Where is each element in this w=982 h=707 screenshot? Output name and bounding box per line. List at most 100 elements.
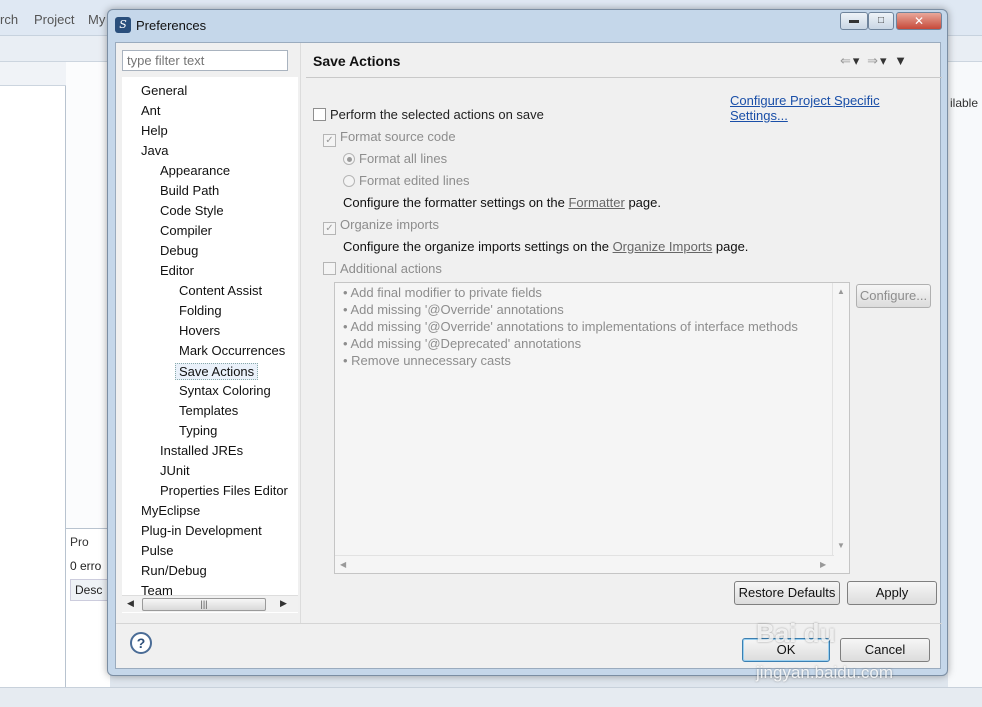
close-button[interactable]: ✕ xyxy=(896,12,942,30)
page-title: Save Actions xyxy=(313,53,401,69)
scroll-right-arrow-icon[interactable]: ▶ xyxy=(820,560,826,569)
tree-item[interactable]: Syntax Coloring xyxy=(179,383,271,398)
background-status-bar xyxy=(0,687,982,707)
tree-item[interactable]: Mark Occurrences xyxy=(179,343,285,358)
action-item: • Remove unnecessary casts xyxy=(343,353,511,368)
additional-actions-label: Additional actions xyxy=(340,261,442,276)
panel-sash[interactable] xyxy=(300,43,306,623)
tree-item[interactable]: Appearance xyxy=(160,163,230,178)
dialog-titlebar[interactable]: S Preferences ▬ □ ✕ xyxy=(108,10,947,40)
tree-item[interactable]: Build Path xyxy=(160,183,219,198)
tree-item[interactable]: General xyxy=(141,83,187,98)
format-all-lines-row[interactable]: Format all lines xyxy=(343,151,447,166)
tree-item[interactable]: Java xyxy=(141,143,168,158)
maximize-button[interactable]: □ xyxy=(868,12,894,30)
perform-on-save-row[interactable]: Perform the selected actions on save xyxy=(313,107,544,122)
tree-item[interactable]: Typing xyxy=(179,423,217,438)
restore-defaults-button[interactable]: Restore Defaults xyxy=(734,581,840,605)
help-icon[interactable]: ? xyxy=(130,632,152,654)
background-view-header xyxy=(0,62,66,86)
format-edited-lines-radio[interactable] xyxy=(343,175,355,187)
formatter-hint-prefix: Configure the formatter settings on the xyxy=(343,195,565,210)
apply-button[interactable]: Apply xyxy=(847,581,937,605)
scroll-right-arrow-icon[interactable]: ▶ xyxy=(280,598,287,609)
scroll-up-arrow-icon[interactable]: ▲ xyxy=(837,287,845,296)
problems-count: 0 erro xyxy=(70,559,102,573)
organize-imports-label: Organize imports xyxy=(340,217,439,232)
scroll-thumb[interactable]: ||| xyxy=(142,598,266,611)
preference-tree: General Ant Help Java Appearance Build Path Co… xyxy=(122,77,298,613)
format-source-checkbox[interactable]: ✓ xyxy=(323,134,336,147)
organize-imports-row[interactable]: ✓ Organize imports xyxy=(323,217,439,235)
organize-imports-checkbox[interactable]: ✓ xyxy=(323,222,336,235)
view-menu-icon[interactable]: ▼ xyxy=(894,53,909,68)
organize-imports-hint: Configure the organize imports settings … xyxy=(343,239,748,254)
menu-project[interactable]: Project xyxy=(34,12,74,27)
page-navigation: ⇐▾ ⇒▾ ▼ xyxy=(840,53,909,69)
tree-item[interactable]: Editor xyxy=(160,263,194,278)
background-right-pane: ilable xyxy=(948,62,982,687)
format-source-row[interactable]: ✓ Format source code xyxy=(323,129,456,147)
problems-column-description[interactable]: Desc xyxy=(70,579,110,601)
tree-item[interactable]: JUnit xyxy=(160,463,190,478)
forward-menu-icon[interactable]: ▾ xyxy=(880,53,889,68)
tree-item[interactable]: MyEclipse xyxy=(141,503,200,518)
dialog-title: Preferences xyxy=(136,18,207,33)
tree-item[interactable]: Plug-in Development xyxy=(141,523,262,538)
action-item: • Add missing '@Override' annotations xyxy=(343,302,564,317)
tree-item[interactable]: Code Style xyxy=(160,203,224,218)
background-right-text: ilable xyxy=(950,96,979,110)
organize-hint-suffix: page. xyxy=(715,239,749,254)
format-all-lines-label: Format all lines xyxy=(359,151,448,166)
tree-item[interactable]: Hovers xyxy=(179,323,220,338)
perform-on-save-checkbox[interactable] xyxy=(313,108,326,121)
tree-horizontal-scrollbar[interactable]: ◀ ||| ▶ xyxy=(122,595,298,612)
scroll-down-arrow-icon[interactable]: ▼ xyxy=(837,541,845,550)
tree-item[interactable]: Installed JREs xyxy=(160,443,243,458)
tree-item[interactable]: Help xyxy=(141,123,168,138)
filter-input[interactable] xyxy=(122,50,288,71)
organize-imports-link[interactable]: Organize Imports xyxy=(613,239,713,254)
title-separator xyxy=(306,77,942,78)
action-item: • Add missing '@Override' annotations to… xyxy=(343,319,798,334)
tree-item[interactable]: Run/Debug xyxy=(141,563,207,578)
format-all-lines-radio[interactable] xyxy=(343,153,355,165)
back-menu-icon[interactable]: ▾ xyxy=(853,53,862,68)
tree-item[interactable]: Pulse xyxy=(141,543,174,558)
tree-item[interactable]: Ant xyxy=(141,103,161,118)
additional-actions-row[interactable]: Additional actions xyxy=(323,261,442,276)
menu-myeclipse[interactable]: My xyxy=(88,12,105,27)
tree-item[interactable]: Content Assist xyxy=(179,283,262,298)
tree-item[interactable]: Compiler xyxy=(160,223,212,238)
configure-button[interactable]: Configure... xyxy=(856,284,931,308)
scroll-left-arrow-icon[interactable]: ◀ xyxy=(340,560,346,569)
formatter-link[interactable]: Formatter xyxy=(568,195,624,210)
actions-horizontal-scrollbar[interactable]: ◀ ▶ xyxy=(335,555,834,573)
tree-item[interactable]: Templates xyxy=(179,403,238,418)
additional-actions-checkbox[interactable] xyxy=(323,262,336,275)
dialog-client-area: General Ant Help Java Appearance Build Path Co… xyxy=(115,42,942,669)
action-item: • Add final modifier to private fields xyxy=(343,285,542,300)
scroll-left-arrow-icon[interactable]: ◀ xyxy=(127,598,134,609)
cancel-button[interactable]: Cancel xyxy=(840,638,930,662)
myeclipse-logo-icon: S xyxy=(115,17,131,33)
tree-item[interactable]: Properties Files Editor xyxy=(160,483,288,498)
actions-vertical-scrollbar[interactable]: ▲ ▼ xyxy=(832,283,849,556)
additional-actions-list[interactable]: • Add final modifier to private fields •… xyxy=(334,282,850,574)
background-problems-view: Pro 0 erro Desc xyxy=(66,528,110,688)
tree-item[interactable]: Save Actions xyxy=(175,363,259,380)
back-arrow-icon[interactable]: ⇐ xyxy=(840,53,853,68)
format-edited-lines-label: Format edited lines xyxy=(359,173,470,188)
tree-item[interactable]: Folding xyxy=(179,303,222,318)
problems-tab[interactable]: Pro xyxy=(70,535,89,549)
menu-search[interactable]: rch xyxy=(0,12,18,27)
baidu-watermark-url: jingyan.baidu.com xyxy=(756,663,894,682)
minimize-button[interactable]: ▬ xyxy=(840,12,868,30)
formatter-hint-suffix: page. xyxy=(628,195,661,210)
project-specific-settings-link[interactable]: Configure Project Specific Settings... xyxy=(730,93,940,123)
format-edited-lines-row[interactable]: Format edited lines xyxy=(343,173,470,188)
forward-arrow-icon[interactable]: ⇒ xyxy=(867,53,880,68)
baidu-watermark: Bai du xyxy=(756,618,836,648)
tree-item[interactable]: Debug xyxy=(160,243,198,258)
preferences-dialog: S Preferences ▬ □ ✕ General Ant Help Java Ap… xyxy=(107,9,948,676)
